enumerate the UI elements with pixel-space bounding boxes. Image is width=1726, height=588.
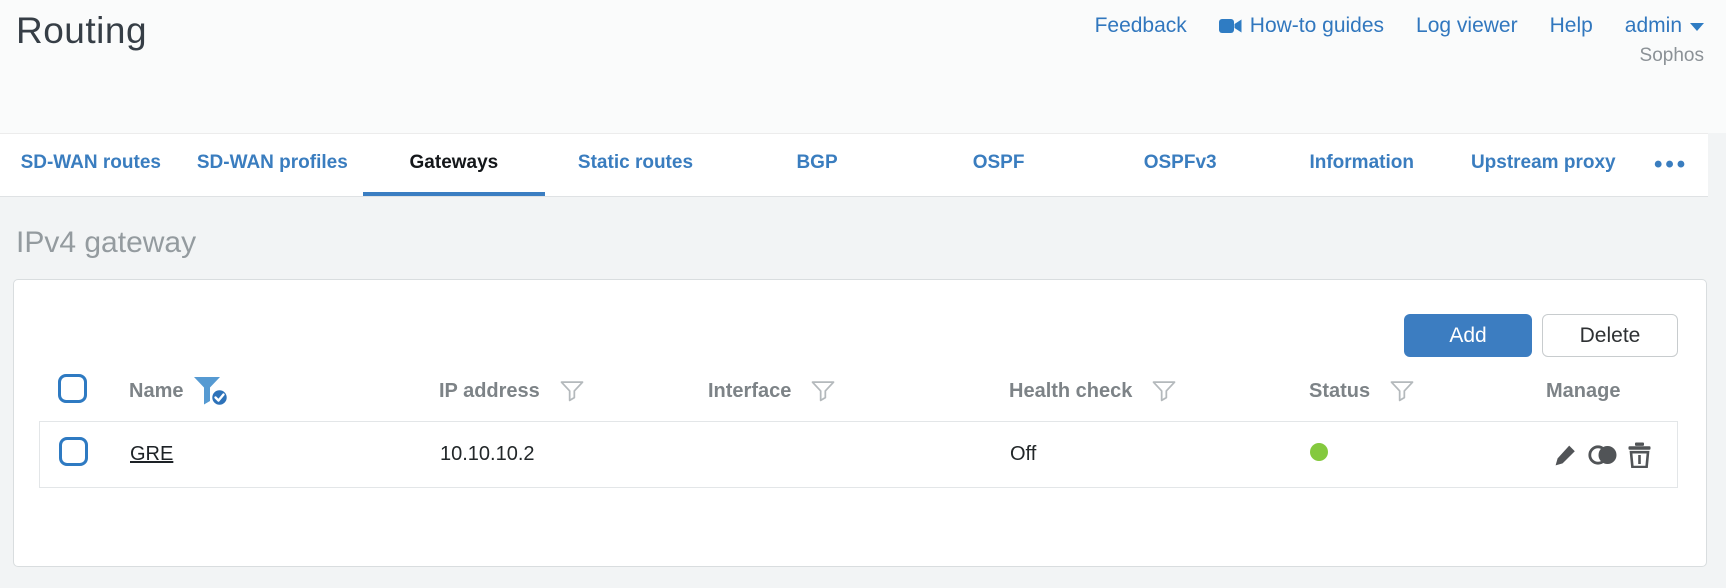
section-title: IPv4 gateway (16, 226, 197, 259)
filter-icon[interactable] (1390, 380, 1414, 402)
gateway-panel: Add Delete Name IP address Interface Hea… (13, 279, 1707, 567)
status-column-label: Status (1309, 379, 1371, 402)
add-button[interactable]: Add (1404, 314, 1532, 357)
brand-label: Sophos (1639, 45, 1704, 66)
table-header-row: Name IP address Interface Health check S… (39, 373, 1678, 409)
log-viewer-label: Log viewer (1416, 14, 1518, 37)
tab-gateways[interactable]: Gateways (363, 134, 545, 196)
how-to-guides-link[interactable]: How-to guides (1218, 14, 1385, 38)
more-tabs-button[interactable]: ••• (1634, 134, 1708, 196)
clone-icon[interactable] (1588, 443, 1618, 467)
page-header: Routing Feedback How-to guides Log viewe… (0, 0, 1726, 133)
filter-icon[interactable] (560, 380, 584, 402)
column-header-ip-address: IP address (439, 380, 708, 403)
column-header-status: Status (1309, 380, 1546, 403)
feedback-label: Feedback (1094, 14, 1187, 37)
gateway-name-link[interactable]: GRE (130, 443, 173, 465)
tab-bgp[interactable]: BGP (726, 134, 908, 196)
column-header-interface: Interface (708, 380, 1009, 403)
tab-sd-wan-routes[interactable]: SD-WAN routes (0, 134, 182, 196)
admin-menu[interactable]: admin (1625, 14, 1704, 38)
content-area: IPv4 gateway Add Delete Name IP address … (0, 226, 1726, 567)
health-check-cell: Off (1010, 443, 1037, 465)
tab-upstream-proxy[interactable]: Upstream proxy (1453, 134, 1635, 196)
header-right: Feedback How-to guides Log viewer Help a… (1095, 10, 1704, 133)
video-camera-icon (1218, 18, 1242, 34)
how-to-guides-label: How-to guides (1249, 14, 1385, 37)
delete-icon[interactable] (1627, 442, 1652, 468)
tab-bar: SD-WAN routes SD-WAN profiles Gateways S… (0, 133, 1708, 197)
row-checkbox-cell (40, 437, 130, 472)
health-check-column-label: Health check (1009, 379, 1133, 402)
header-links: Feedback How-to guides Log viewer Help a… (1095, 14, 1704, 38)
delete-button[interactable]: Delete (1542, 314, 1678, 357)
column-header-name: Name (129, 376, 439, 407)
name-column-label: Name (129, 379, 184, 402)
filter-icon[interactable] (1152, 380, 1176, 402)
tab-ospfv3[interactable]: OSPFv3 (1089, 134, 1271, 196)
manage-cell (1547, 442, 1677, 468)
admin-label: admin (1624, 14, 1682, 37)
row-checkbox[interactable] (59, 437, 88, 466)
tab-sd-wan-profiles[interactable]: SD-WAN profiles (182, 134, 364, 196)
table-row: GRE 10.10.10.2 Off (39, 421, 1678, 488)
ip-address-column-label: IP address (439, 379, 540, 402)
panel-toolbar: Add Delete (39, 314, 1678, 357)
filter-icon[interactable] (811, 380, 835, 402)
help-link[interactable]: Help (1550, 14, 1593, 38)
feedback-link[interactable]: Feedback (1095, 14, 1187, 38)
interface-column-label: Interface (708, 379, 792, 402)
status-cell (1310, 442, 1547, 467)
tab-static-routes[interactable]: Static routes (545, 134, 727, 196)
column-header-manage: Manage (1546, 380, 1678, 403)
select-all-checkbox[interactable] (58, 373, 87, 403)
ip-address-cell: 10.10.10.2 (440, 443, 535, 465)
tab-information[interactable]: Information (1271, 134, 1453, 196)
filter-active-icon[interactable] (193, 376, 230, 407)
edit-icon[interactable] (1553, 442, 1579, 468)
manage-column-label: Manage (1546, 379, 1621, 402)
page-title: Routing (16, 10, 148, 51)
caret-down-icon (1690, 23, 1704, 31)
help-label: Help (1549, 14, 1593, 37)
tab-ospf[interactable]: OSPF (908, 134, 1090, 196)
column-header-health-check: Health check (1009, 380, 1309, 403)
gateway-name-cell: GRE (130, 443, 440, 466)
log-viewer-link[interactable]: Log viewer (1416, 14, 1518, 38)
status-green-dot-icon (1310, 442, 1328, 461)
header-checkbox-cell (39, 373, 129, 409)
